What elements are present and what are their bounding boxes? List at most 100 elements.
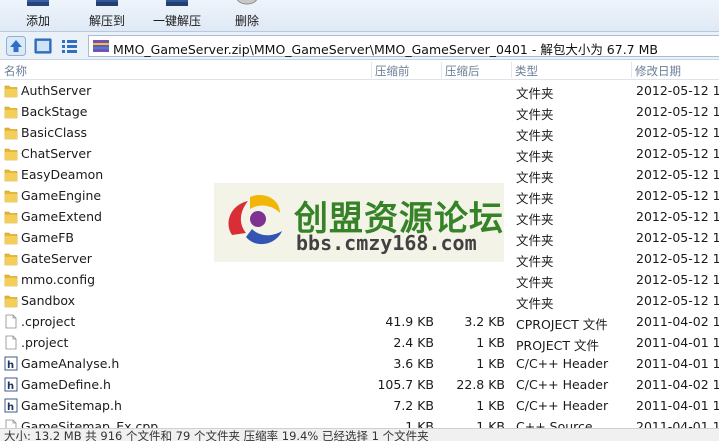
row-type: C/C++ Header bbox=[516, 377, 609, 392]
row-size: 22.8 KB bbox=[456, 377, 505, 392]
column-header: 名称 压缩前 压缩后 类型 修改日期 bbox=[0, 60, 719, 80]
row-type: 文件夹 bbox=[516, 254, 554, 269]
table-row[interactable]: h GameAnalyse.h 3.6 KB 1 KB C/C++ Header… bbox=[0, 353, 719, 374]
table-row[interactable]: mmo.config 文件夹 2012-05-12 19 bbox=[0, 269, 719, 290]
row-type: C/C++ Header bbox=[516, 356, 609, 371]
folder-icon bbox=[4, 85, 18, 98]
row-name: GameEngine bbox=[21, 188, 102, 203]
one-click-extract-icon bbox=[166, 0, 188, 6]
row-name: GateServer bbox=[21, 251, 92, 266]
folder-icon bbox=[4, 274, 18, 287]
column-name[interactable]: 名称 bbox=[4, 63, 27, 79]
folder-icon bbox=[4, 253, 18, 266]
row-modified: 2012-05-12 19 bbox=[636, 125, 719, 140]
row-type: 文件夹 bbox=[516, 149, 554, 164]
file-icon bbox=[5, 419, 17, 428]
table-row[interactable]: Sandbox 文件夹 2012-05-12 19 bbox=[0, 290, 719, 311]
delete-button[interactable]: 删除 bbox=[229, 0, 265, 32]
up-arrow-icon[interactable] bbox=[6, 36, 26, 56]
row-name: GameSitemap_Ex.cpp bbox=[21, 419, 159, 428]
row-type: 文件夹 bbox=[516, 86, 554, 101]
row-name: GameDefine.h bbox=[21, 377, 111, 392]
view-mode-icon[interactable] bbox=[33, 36, 53, 56]
row-modified: 2012-05-12 19 bbox=[636, 230, 719, 245]
column-packed[interactable]: 压缩前 bbox=[375, 63, 410, 79]
status-bar: 大小: 13.2 MB 共 916 个文件和 79 个文件夹 压缩率 19.4%… bbox=[0, 428, 719, 441]
path-field[interactable]: MMO_GameServer.zip\MMO_GameServer\MMO_Ga… bbox=[88, 35, 719, 57]
table-row[interactable]: .project 2.4 KB 1 KB PROJECT 文件 2011-04-… bbox=[0, 332, 719, 353]
header-file-icon: h bbox=[4, 377, 18, 392]
folder-icon bbox=[4, 127, 18, 140]
row-type: 文件夹 bbox=[516, 107, 554, 122]
zip-archive-icon bbox=[93, 40, 109, 52]
folder-icon bbox=[4, 169, 18, 182]
row-type: CPROJECT 文件 bbox=[516, 317, 608, 332]
column-type[interactable]: 类型 bbox=[515, 63, 538, 79]
extract-to-label: 解压到 bbox=[88, 14, 125, 28]
row-modified: 2012-05-12 19 bbox=[636, 167, 719, 182]
add-button[interactable]: 添加 bbox=[18, 0, 58, 32]
row-name: GameExtend bbox=[21, 209, 102, 224]
row-name: GameSitemap.h bbox=[21, 398, 122, 413]
row-type: 文件夹 bbox=[516, 296, 554, 311]
table-row[interactable]: BackStage 文件夹 2012-05-12 19 bbox=[0, 101, 719, 122]
row-modified: 2011-04-01 14 bbox=[636, 356, 719, 371]
column-modified[interactable]: 修改日期 bbox=[635, 63, 681, 79]
delete-label: 删除 bbox=[234, 14, 259, 28]
folder-icon bbox=[4, 190, 18, 203]
svg-text:h: h bbox=[7, 381, 14, 392]
toolbar: 添加 解压到 一键解压 删除 bbox=[0, 0, 719, 32]
table-row[interactable]: AuthServer 文件夹 2012-05-12 19 bbox=[0, 80, 719, 101]
row-modified: 2011-04-01 14 bbox=[636, 335, 719, 350]
one-click-extract-button[interactable]: 一键解压 bbox=[148, 0, 206, 32]
row-name: BasicClass bbox=[21, 125, 87, 140]
row-packed: 3.6 KB bbox=[393, 356, 434, 371]
row-name: Sandbox bbox=[21, 293, 76, 308]
folder-icon bbox=[4, 232, 18, 245]
add-icon bbox=[27, 0, 49, 6]
row-modified: 2011-04-02 15 bbox=[636, 314, 719, 329]
watermark: 创盟资源论坛 bbs.cmzy168.com bbox=[214, 183, 504, 262]
row-modified: 2011-04-01 14 bbox=[636, 419, 719, 428]
column-size[interactable]: 压缩后 bbox=[445, 63, 480, 79]
address-bar: MMO_GameServer.zip\MMO_GameServer\MMO_Ga… bbox=[0, 32, 719, 60]
table-row[interactable]: .cproject 41.9 KB 3.2 KB CPROJECT 文件 201… bbox=[0, 311, 719, 332]
row-type: 文件夹 bbox=[516, 212, 554, 227]
table-row[interactable]: h GameDefine.h 105.7 KB 22.8 KB C/C++ He… bbox=[0, 374, 719, 395]
row-type: 文件夹 bbox=[516, 275, 554, 290]
table-row[interactable]: GameSitemap_Ex.cpp 1 KB 1 KB C++ Source … bbox=[0, 416, 719, 428]
row-name: GameFB bbox=[21, 230, 74, 245]
one-click-extract-label: 一键解压 bbox=[152, 14, 201, 28]
row-modified: 2012-05-12 19 bbox=[636, 272, 719, 287]
extract-icon bbox=[96, 0, 118, 6]
row-size: 1 KB bbox=[476, 419, 505, 428]
table-row[interactable]: ChatServer 文件夹 2012-05-12 19 bbox=[0, 143, 719, 164]
row-type: 文件夹 bbox=[516, 233, 554, 248]
row-name: .cproject bbox=[21, 314, 76, 329]
extract-to-button[interactable]: 解压到 bbox=[83, 0, 131, 32]
row-type: 文件夹 bbox=[516, 191, 554, 206]
table-row[interactable]: EasyDeamon 文件夹 2012-05-12 19 bbox=[0, 164, 719, 185]
svg-text:h: h bbox=[7, 402, 14, 413]
row-size: 1 KB bbox=[476, 335, 505, 350]
row-name: BackStage bbox=[21, 104, 88, 119]
row-modified: 2012-05-12 19 bbox=[636, 209, 719, 224]
add-label: 添加 bbox=[25, 14, 50, 28]
row-name: AuthServer bbox=[21, 83, 92, 98]
row-modified: 2012-05-12 19 bbox=[636, 83, 719, 98]
row-modified: 2012-05-12 19 bbox=[636, 251, 719, 266]
row-packed: 41.9 KB bbox=[385, 314, 434, 329]
row-modified: 2012-05-12 19 bbox=[636, 104, 719, 119]
row-size: 1 KB bbox=[476, 398, 505, 413]
row-modified: 2011-04-01 14 bbox=[636, 398, 719, 413]
svg-text:h: h bbox=[7, 360, 14, 371]
row-packed: 7.2 KB bbox=[393, 398, 434, 413]
folder-icon bbox=[4, 211, 18, 224]
list-view-icon[interactable] bbox=[59, 36, 79, 56]
row-type: 文件夹 bbox=[516, 128, 554, 143]
folder-icon bbox=[4, 295, 18, 308]
forum-logo-icon bbox=[228, 194, 282, 245]
table-row[interactable]: BasicClass 文件夹 2012-05-12 19 bbox=[0, 122, 719, 143]
table-row[interactable]: h GameSitemap.h 7.2 KB 1 KB C/C++ Header… bbox=[0, 395, 719, 416]
file-icon bbox=[5, 314, 17, 329]
